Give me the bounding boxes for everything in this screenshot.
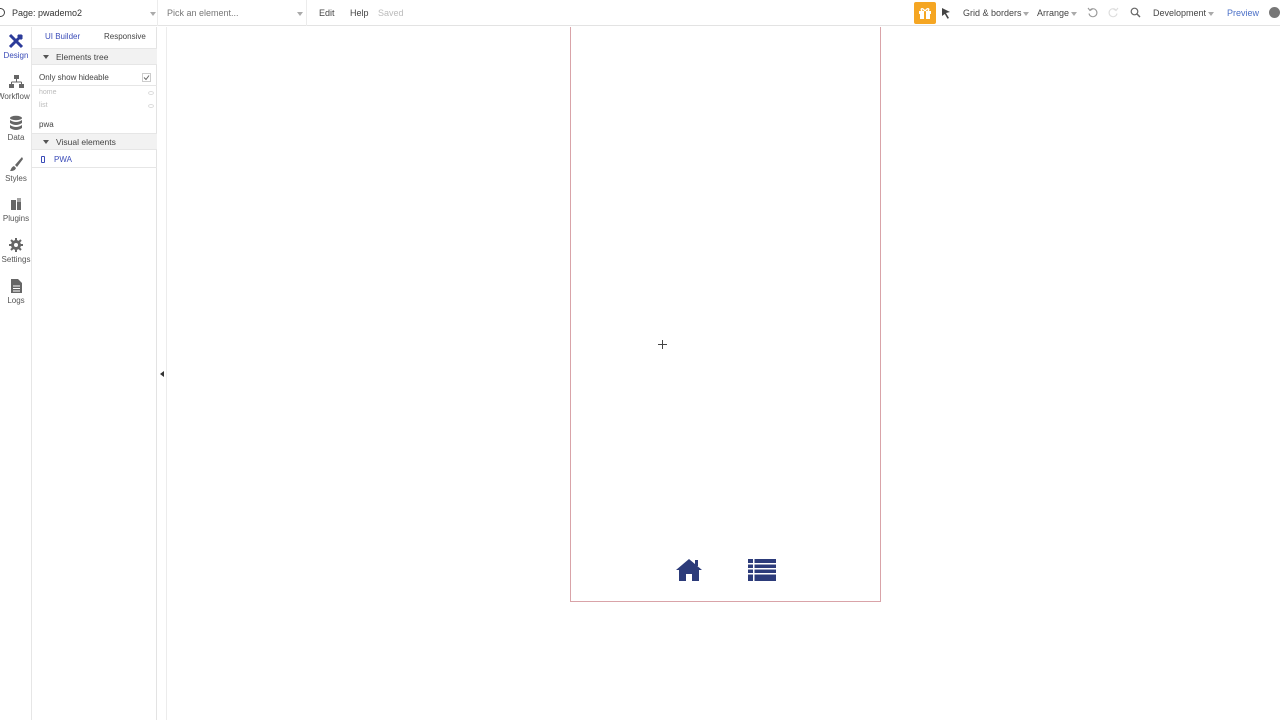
help-menu[interactable]: Help xyxy=(350,0,369,26)
elements-tree-label: Elements tree xyxy=(56,52,109,62)
redo-icon[interactable] xyxy=(1108,7,1119,18)
gift-icon xyxy=(919,8,931,19)
only-show-hideable-label: Only show hideable xyxy=(39,73,109,82)
rail-label: Logs xyxy=(7,296,25,305)
rail-label: Design xyxy=(3,51,29,60)
arrange-label: Arrange xyxy=(1037,8,1070,18)
settings-icon xyxy=(9,238,23,252)
rail-label: Styles xyxy=(5,174,27,183)
visual-element-pwa[interactable]: PWA xyxy=(32,152,157,168)
crosshair-cursor-icon xyxy=(658,340,667,349)
collapse-triangle-icon xyxy=(43,55,49,59)
styles-icon xyxy=(10,157,23,171)
page-canvas[interactable] xyxy=(570,27,881,602)
rail-label: Workflow xyxy=(0,92,30,101)
rail-label: Settings xyxy=(1,255,31,264)
chevron-down-icon xyxy=(1023,12,1029,16)
saved-status: Saved xyxy=(378,8,404,18)
chevron-down-icon xyxy=(1071,12,1077,16)
tree-item-pwa-label: pwa xyxy=(39,120,54,129)
visual-element-pwa-label: PWA xyxy=(54,155,72,164)
tree-item-home[interactable]: home xyxy=(39,89,57,96)
rail-item-workflow[interactable]: Workflow xyxy=(0,74,32,101)
plugins-icon xyxy=(11,198,21,210)
collapse-triangle-icon xyxy=(43,140,49,144)
rail-item-design[interactable]: Design xyxy=(0,33,32,60)
data-icon xyxy=(10,115,22,130)
tree-item-list[interactable]: list xyxy=(39,102,48,109)
chevron-down-icon xyxy=(150,12,156,16)
rail-item-plugins[interactable]: Plugins xyxy=(0,196,32,223)
panel-divider xyxy=(166,27,167,720)
list-icon[interactable] xyxy=(747,558,777,582)
rail-item-logs[interactable]: Logs xyxy=(0,278,32,305)
design-icon xyxy=(8,33,24,49)
element-picker[interactable]: Pick an element... xyxy=(159,0,307,26)
grid-borders-menu[interactable]: Grid & borders xyxy=(963,8,1029,18)
chevron-down-icon xyxy=(297,12,303,16)
collapse-panel-icon[interactable] xyxy=(160,371,164,377)
element-picker-placeholder: Pick an element... xyxy=(167,8,239,18)
search-icon[interactable] xyxy=(1130,7,1141,18)
preview-button[interactable]: Preview xyxy=(1227,8,1259,18)
only-show-hideable-row[interactable]: Only show hideable xyxy=(32,69,157,86)
visual-elements-label: Visual elements xyxy=(56,137,116,147)
grid-borders-label: Grid & borders xyxy=(963,8,1022,18)
page-icon xyxy=(0,8,5,17)
home-icon[interactable] xyxy=(675,557,703,583)
tree-item-pwa[interactable]: pwa xyxy=(32,115,157,132)
rail-label: Plugins xyxy=(2,214,30,223)
edit-menu[interactable]: Edit xyxy=(319,0,335,26)
rail-item-settings[interactable]: Settings xyxy=(0,237,32,264)
tab-responsive[interactable]: Responsive xyxy=(104,32,146,41)
elements-tree-header[interactable]: Elements tree xyxy=(32,48,157,65)
environment-menu[interactable]: Development xyxy=(1153,8,1214,18)
panel-tabs: UI Builder Responsive xyxy=(32,27,157,46)
environment-label: Development xyxy=(1153,8,1207,18)
visual-elements-header[interactable]: Visual elements xyxy=(32,133,157,150)
cursor-icon[interactable] xyxy=(941,7,952,19)
profile-icon[interactable] xyxy=(1269,7,1280,18)
rail-item-styles[interactable]: Styles xyxy=(0,156,32,183)
page-selector[interactable]: Page: pwademo2 xyxy=(0,0,158,26)
logs-icon xyxy=(10,279,22,293)
only-show-hideable-checkbox[interactable] xyxy=(142,73,151,82)
left-rail: Design Workflow Data Styles Plugins Sett… xyxy=(0,27,32,720)
eye-icon[interactable] xyxy=(148,104,154,108)
undo-icon[interactable] xyxy=(1087,7,1098,18)
rail-item-data[interactable]: Data xyxy=(0,115,32,142)
ui-builder-panel: UI Builder Responsive Elements tree Only… xyxy=(32,27,157,720)
chevron-down-icon xyxy=(1208,12,1214,16)
workflow-icon xyxy=(9,75,24,88)
top-bar: Page: pwademo2 Pick an element... Edit H… xyxy=(0,0,1280,26)
rail-label: Data xyxy=(7,133,25,142)
tab-ui-builder[interactable]: UI Builder xyxy=(45,32,80,41)
arrange-menu[interactable]: Arrange xyxy=(1037,8,1077,18)
check-icon xyxy=(143,75,150,81)
mobile-page-icon xyxy=(41,156,45,163)
page-selector-label: Page: pwademo2 xyxy=(12,8,83,18)
gift-button[interactable] xyxy=(914,2,936,24)
eye-icon[interactable] xyxy=(148,91,154,95)
